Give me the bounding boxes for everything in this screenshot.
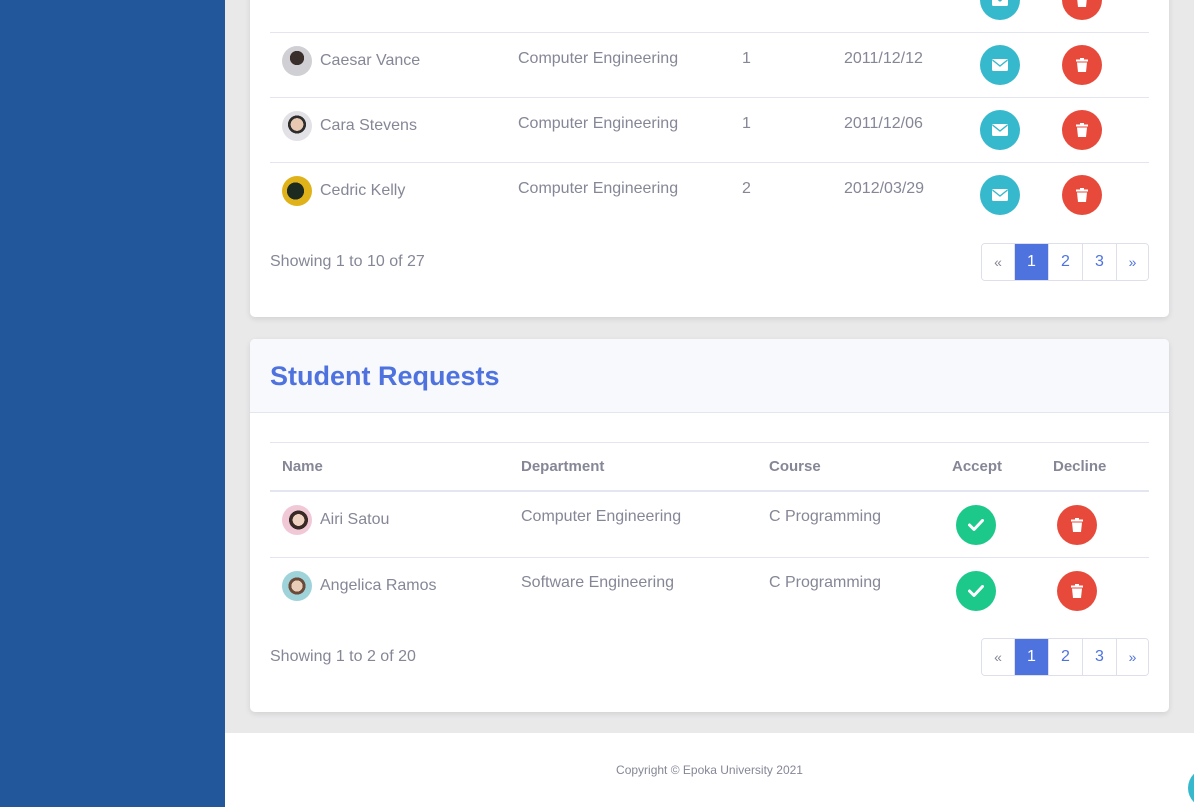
envelope-icon <box>992 59 1008 71</box>
main-content: Caesar Vance Computer Engineering 1 2011… <box>225 0 1194 733</box>
student-name: Caesar Vance <box>320 52 421 69</box>
pagination-page-3[interactable]: 3 <box>1082 639 1116 675</box>
pagination-next[interactable]: » <box>1116 244 1148 280</box>
envelope-icon <box>992 124 1008 136</box>
avatar <box>282 111 312 141</box>
date-cell: 2012/03/29 <box>844 180 925 197</box>
department-cell: Software Engineering <box>521 574 674 591</box>
table-row: Cara Stevens Computer Engineering 1 2011… <box>270 97 1149 162</box>
name-cell: Caesar Vance <box>282 46 420 76</box>
showing-info: Showing 1 to 2 of 20 <box>270 648 416 665</box>
pagination-prev[interactable]: « <box>982 244 1014 280</box>
department-cell: Computer Engineering <box>518 115 679 132</box>
avatar <box>282 46 312 76</box>
pagination-page-3[interactable]: 3 <box>1082 244 1116 280</box>
table-row: Caesar Vance Computer Engineering 1 2011… <box>270 32 1149 97</box>
footer: Copyright © Epoka University 2021 <box>225 733 1194 807</box>
department-cell: Computer Engineering <box>521 508 682 525</box>
column-department: Department <box>521 458 605 475</box>
name-cell: Angelica Ramos <box>282 571 437 601</box>
table-header: Name Department Course Accept Decline <box>270 442 1149 492</box>
student-name: Airi Satou <box>320 511 390 528</box>
pagination-next[interactable]: » <box>1116 639 1148 675</box>
sidebar <box>0 0 225 807</box>
teachers-card: Caesar Vance Computer Engineering 1 2011… <box>250 0 1169 317</box>
accept-button[interactable] <box>956 571 996 611</box>
check-icon <box>968 585 984 597</box>
pagination: « 1 2 3 » <box>981 243 1149 281</box>
name-cell: Airi Satou <box>282 505 389 535</box>
card-header: Student Requests <box>250 339 1169 413</box>
avatar <box>282 176 312 206</box>
column-course: Course <box>769 458 821 475</box>
showing-info: Showing 1 to 10 of 27 <box>270 253 425 270</box>
avatar <box>282 571 312 601</box>
trash-icon <box>1071 584 1083 598</box>
delete-button[interactable] <box>1062 0 1102 20</box>
table-row: Cedric Kelly Computer Engineering 2 2012… <box>270 162 1149 227</box>
student-name: Cedric Kelly <box>320 182 406 199</box>
delete-button[interactable] <box>1062 175 1102 215</box>
decline-button[interactable] <box>1057 571 1097 611</box>
course-cell: C Programming <box>769 574 882 591</box>
department-cell: Computer Engineering <box>518 180 679 197</box>
card-title: Student Requests <box>270 361 500 391</box>
trash-icon <box>1076 58 1088 72</box>
date-cell: 2011/12/12 <box>844 50 923 67</box>
delete-button[interactable] <box>1062 110 1102 150</box>
student-name: Angelica Ramos <box>320 577 437 594</box>
trash-icon <box>1077 0 1087 7</box>
accept-button[interactable] <box>956 505 996 545</box>
copyright-text: Copyright © Epoka University 2021 <box>616 763 803 777</box>
table-row <box>270 0 1149 32</box>
student-name: Cara Stevens <box>320 117 417 134</box>
email-button[interactable] <box>980 0 1020 20</box>
date-cell: 2011/12/06 <box>844 115 923 132</box>
table-row: Airi Satou Computer Engineering C Progra… <box>270 492 1149 557</box>
avatar <box>282 505 312 535</box>
pagination-page-2[interactable]: 2 <box>1048 639 1082 675</box>
decline-button[interactable] <box>1057 505 1097 545</box>
envelope-icon <box>992 0 1008 6</box>
email-button[interactable] <box>980 175 1020 215</box>
column-accept: Accept <box>952 458 1003 475</box>
envelope-icon <box>992 189 1008 201</box>
trash-icon <box>1076 123 1088 137</box>
name-cell: Cedric Kelly <box>282 176 405 206</box>
trash-icon <box>1076 188 1088 202</box>
email-button[interactable] <box>980 110 1020 150</box>
email-button[interactable] <box>980 45 1020 85</box>
student-requests-card: Student Requests Name Department Course … <box>250 339 1169 712</box>
course-cell: C Programming <box>769 508 882 525</box>
name-cell: Cara Stevens <box>282 111 417 141</box>
pagination-prev[interactable]: « <box>982 639 1014 675</box>
column-name: Name <box>282 458 323 475</box>
department-cell: Computer Engineering <box>518 50 679 67</box>
check-icon <box>968 519 984 531</box>
delete-button[interactable] <box>1062 45 1102 85</box>
pagination-page-2[interactable]: 2 <box>1048 244 1082 280</box>
pagination-page-1[interactable]: 1 <box>1014 244 1048 280</box>
trash-icon <box>1071 518 1083 532</box>
level-cell: 1 <box>742 50 751 67</box>
column-decline: Decline <box>1053 458 1107 475</box>
level-cell: 2 <box>742 180 751 197</box>
level-cell: 1 <box>742 115 751 132</box>
pagination: « 1 2 3 » <box>981 638 1149 676</box>
table-row: Angelica Ramos Software Engineering C Pr… <box>270 557 1149 622</box>
pagination-page-1[interactable]: 1 <box>1014 639 1048 675</box>
